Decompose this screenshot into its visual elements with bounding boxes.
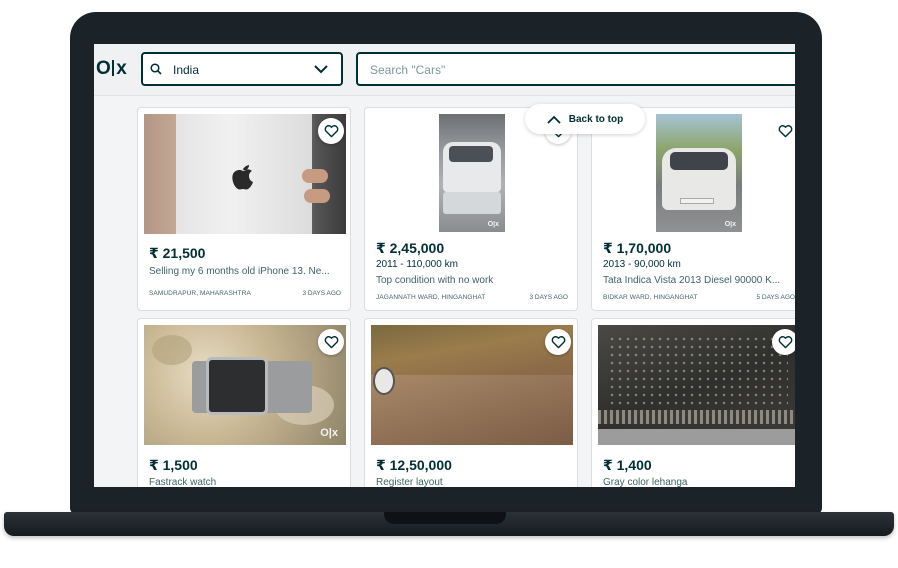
listing-image: [598, 325, 795, 445]
heart-icon[interactable]: [545, 329, 571, 355]
listing-subtitle: 2011 - 110,000 km: [376, 259, 458, 270]
olx-watermark: O|x: [487, 221, 499, 228]
listing-card[interactable]: ₹ 12,50,000 Register layout: [364, 318, 578, 487]
olx-watermark: O|x: [320, 427, 338, 439]
listing-location: BIDKAR WARD, HINGANGHAT: [603, 294, 698, 301]
apple-logo-icon: [232, 165, 253, 190]
heart-icon[interactable]: [772, 329, 795, 355]
listing-price: ₹ 1,500: [149, 457, 198, 473]
listing-title: Top condition with no work: [376, 275, 494, 286]
listing-price: ₹ 1,70,000: [603, 240, 672, 256]
listing-card[interactable]: O|x ₹ 1,70,000 2013 - 90,000 km Tata Ind…: [591, 107, 795, 311]
location-input[interactable]: India: [141, 52, 343, 86]
laptop-notch: [384, 512, 506, 524]
listing-location: SAMUDRAPUR, MAHARASHTRA: [149, 290, 251, 297]
top-bar: Ox India Search "Cars": [94, 44, 795, 96]
back-to-top-label: Back to top: [568, 113, 624, 125]
search-icon: [150, 63, 162, 75]
listing-card[interactable]: O|x ₹ 1,500 Fastrack watch: [137, 318, 351, 487]
heart-icon[interactable]: [772, 118, 795, 144]
listing-title: Register layout: [376, 477, 443, 487]
listing-price: ₹ 2,45,000: [376, 240, 445, 256]
listing-price: ₹ 12,50,000: [376, 457, 452, 473]
listing-title: Tata Indica Vista 2013 Diesel 90000 K...: [603, 275, 781, 286]
olx-logo[interactable]: Ox: [96, 58, 127, 80]
heart-icon[interactable]: [318, 329, 344, 355]
listing-price: ₹ 21,500: [149, 245, 206, 261]
olx-watermark: O|x: [724, 221, 736, 228]
heart-icon[interactable]: [318, 118, 344, 144]
listing-card[interactable]: O|x ₹ 2,45,000 2011 - 110,000 km Top con…: [364, 107, 578, 311]
listing-card[interactable]: ₹ 21,500 Selling my 6 months old iPhone …: [137, 107, 351, 311]
listing-image: O|x: [144, 325, 346, 445]
listing-image: [371, 325, 573, 445]
listing-subtitle: 2013 - 90,000 km: [603, 259, 681, 270]
location-value: India: [173, 63, 200, 77]
search-placeholder: Search "Cars": [370, 63, 446, 77]
screen: Ox India Search "Cars" ₹ 21,500 Selling …: [94, 44, 795, 487]
listing-date: 5 DAYS AGO: [756, 294, 795, 301]
listing-location: JAGANNATH WARD, HINGANGHAT: [376, 294, 486, 301]
chevron-down-icon[interactable]: [313, 62, 329, 76]
chevron-up-icon: [547, 115, 561, 124]
back-to-top-button[interactable]: Back to top: [525, 104, 645, 134]
listing-date: 3 DAYS AGO: [302, 290, 341, 297]
listing-date: 3 DAYS AGO: [529, 294, 568, 301]
listing-title: Fastrack watch: [149, 477, 217, 487]
listing-image: [144, 114, 346, 234]
listing-title: Selling my 6 months old iPhone 13. Ne...: [149, 266, 330, 277]
listing-price: ₹ 1,400: [603, 457, 652, 473]
search-input[interactable]: Search "Cars": [356, 52, 795, 86]
listing-title: Gray color lehanga: [603, 477, 688, 487]
listing-card[interactable]: ₹ 1,400 Gray color lehanga: [591, 318, 795, 487]
